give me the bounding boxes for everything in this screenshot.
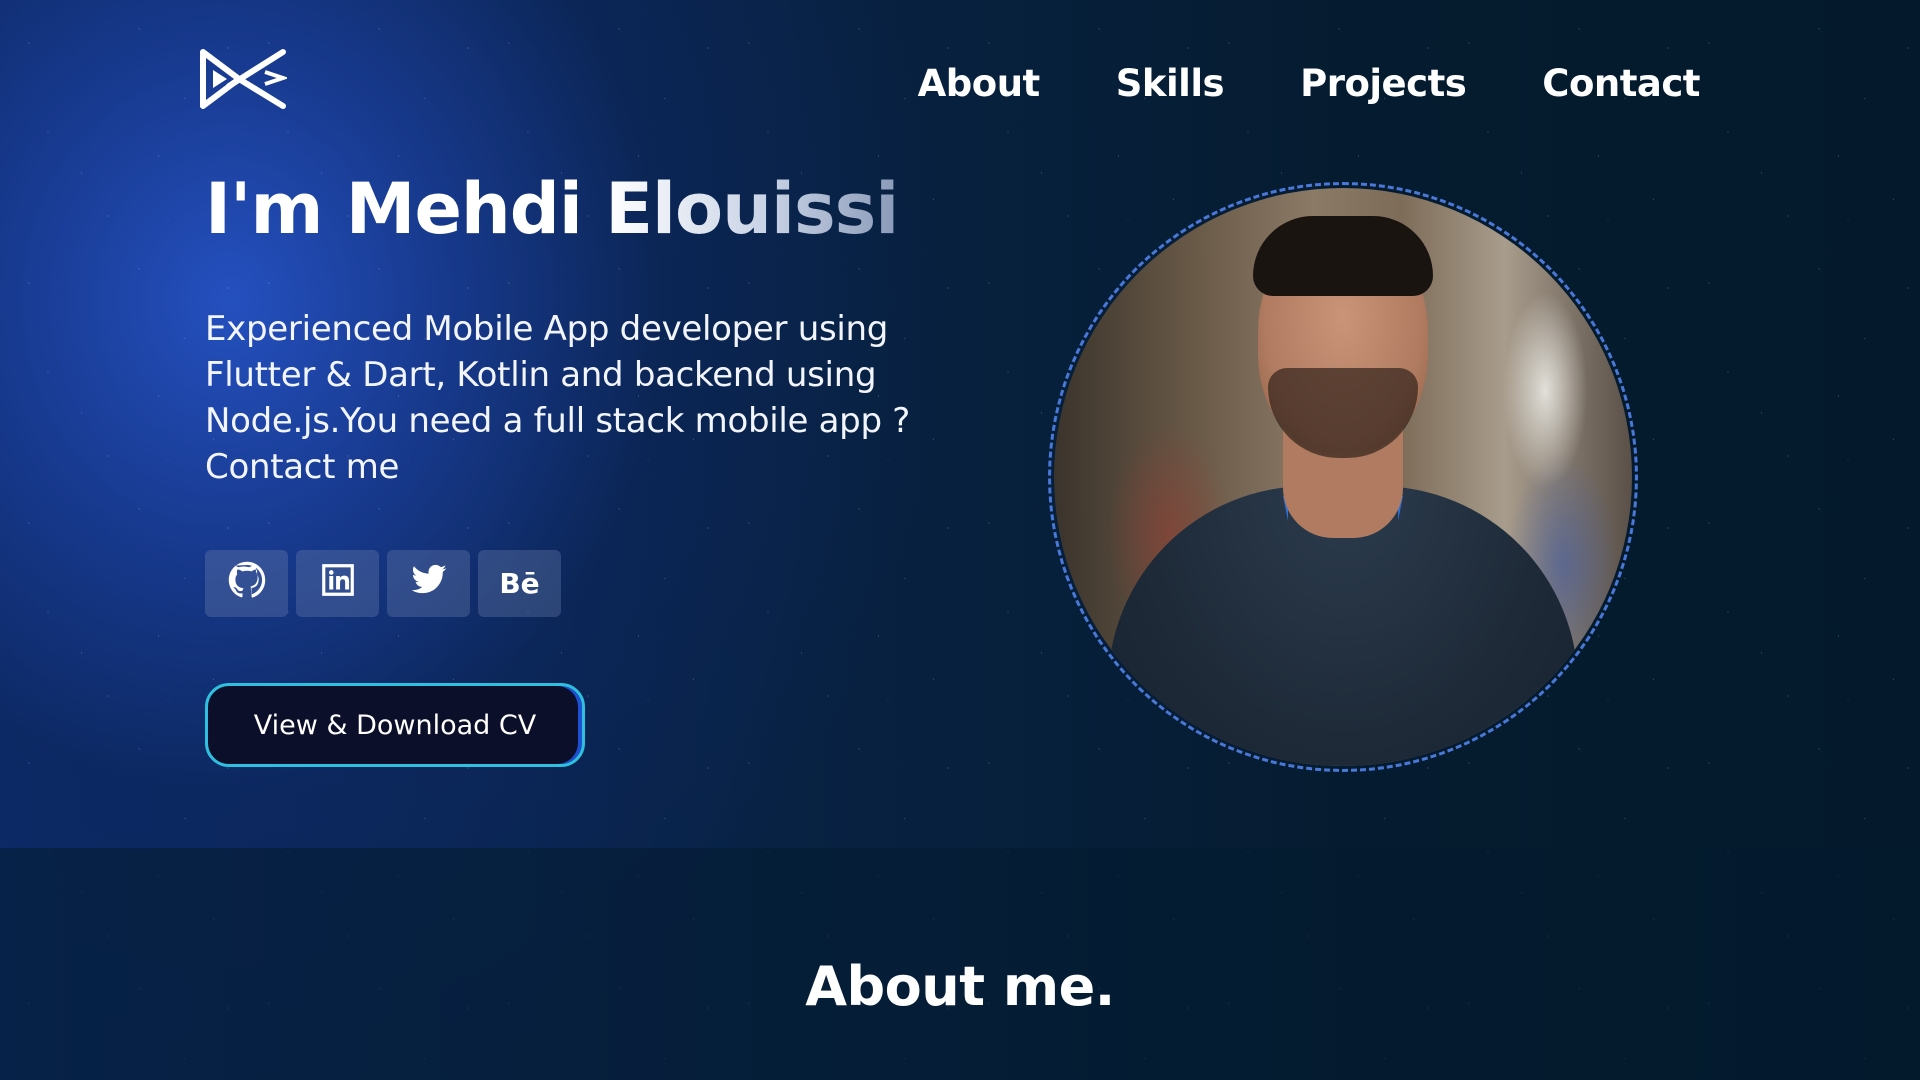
behance-icon: Bē (499, 567, 540, 600)
hero-description: Experienced Mobile App developer using F… (205, 309, 911, 487)
nav-contact[interactable]: Contact (1542, 62, 1700, 105)
nav-about[interactable]: About (918, 62, 1041, 105)
linkedin-icon (319, 561, 357, 606)
hero-title: I'm Mehdi Elouissi (205, 168, 899, 250)
twitter-icon (410, 561, 448, 606)
photo-hair (1253, 216, 1433, 296)
main-nav: About Skills Projects Contact (918, 62, 1701, 105)
hero-title-first: I'm Mehdi (205, 168, 583, 250)
nav-projects[interactable]: Projects (1300, 62, 1467, 105)
behance-button[interactable]: Bē (478, 550, 561, 617)
github-button[interactable] (205, 550, 288, 617)
nav-skills[interactable]: Skills (1116, 62, 1225, 105)
twitter-button[interactable] (387, 550, 470, 617)
logo-icon[interactable] (199, 48, 290, 110)
view-download-cv-button[interactable]: View & Download CV (205, 683, 585, 767)
github-icon (228, 561, 266, 606)
social-links: Bē (205, 550, 561, 617)
profile-photo (1054, 188, 1632, 766)
about-heading: About me. (805, 955, 1115, 1018)
profile-photo-frame (1048, 182, 1638, 772)
hero-title-last: Elouissi (605, 168, 899, 250)
linkedin-button[interactable] (296, 550, 379, 617)
